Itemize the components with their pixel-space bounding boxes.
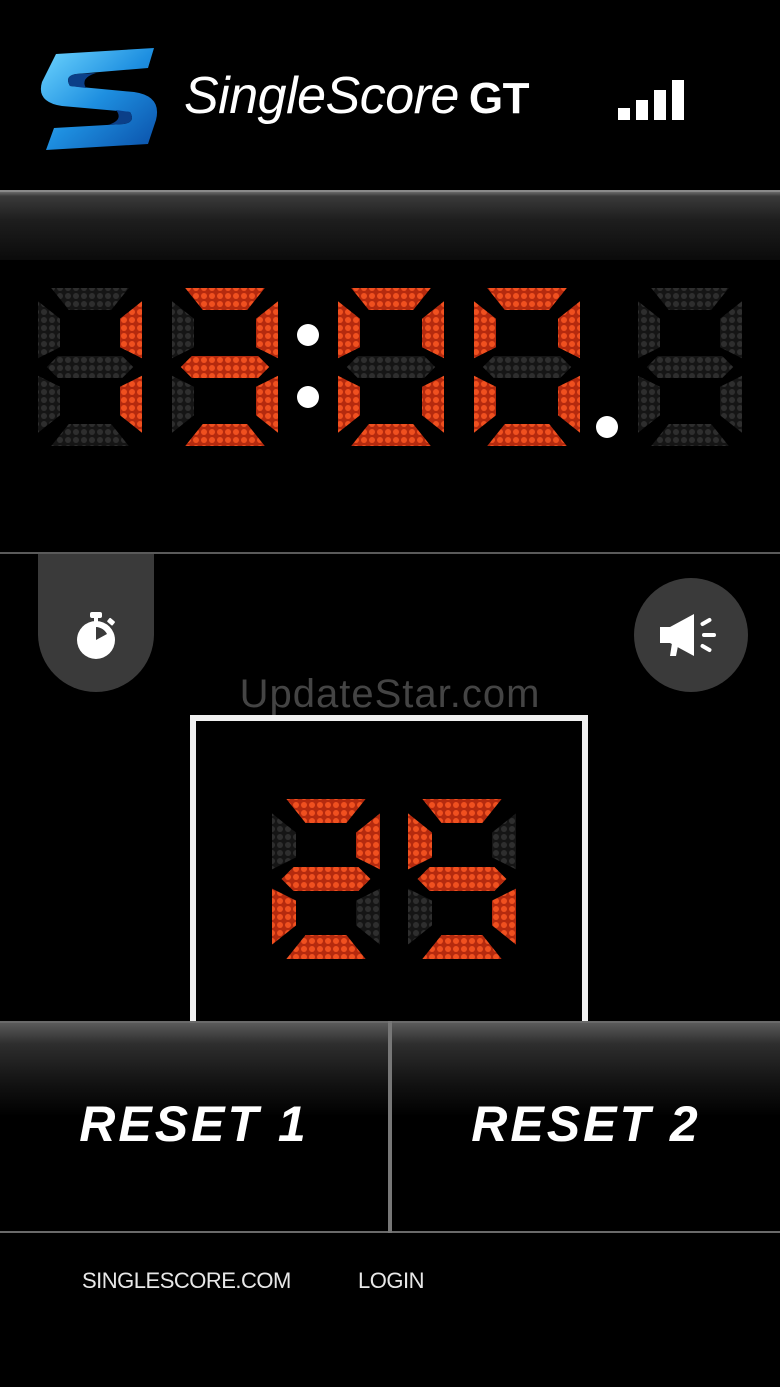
clock-digit-1-segment-c xyxy=(120,375,142,433)
clock-digit-4-segment-f xyxy=(474,301,496,359)
clock-digit-5-segment-b xyxy=(720,301,742,359)
brand-name: SingleScore xyxy=(184,67,459,125)
footer-link-login[interactable]: LOGIN xyxy=(358,1268,424,1294)
shot-clock-display xyxy=(272,799,516,959)
clock-digit-1-segment-a xyxy=(51,288,129,310)
footer xyxy=(0,1235,780,1387)
clock-digit-3-segment-d xyxy=(351,424,431,446)
clock-digit-1-segment-d xyxy=(51,424,129,446)
clock-digit-3-segment-f xyxy=(338,301,360,359)
stopwatch-icon xyxy=(77,612,115,659)
clock-digit-2-segment-b xyxy=(256,301,278,359)
game-clock-display xyxy=(38,288,742,446)
clock-digit-5 xyxy=(638,288,742,446)
horn-icon xyxy=(660,614,716,656)
shot-digit-1-segment-f xyxy=(272,813,296,869)
clock-digit-1-segment-e xyxy=(38,376,60,433)
clock-digit-2-segment-c xyxy=(256,375,278,433)
clock-digit-3 xyxy=(338,288,444,446)
shot-digit-1-segment-d xyxy=(286,935,366,959)
clock-digit-3-segment-a xyxy=(351,288,431,310)
shot-digit-1-segment-c xyxy=(356,889,380,945)
clock-digit-2-segment-e xyxy=(172,375,194,433)
clock-digit-5-segment-e xyxy=(638,375,660,433)
reset-1-label: RESET 1 xyxy=(79,1096,309,1152)
brand-suffix: GT xyxy=(468,74,530,123)
clock-digit-4-segment-b xyxy=(558,301,580,359)
clock-digit-5-segment-d xyxy=(651,424,729,446)
shot-digit-2-segment-c xyxy=(492,888,516,945)
shot-digit-2 xyxy=(408,799,516,959)
reset-2-button[interactable]: RESET 2 xyxy=(392,1021,780,1233)
shot-digit-2-segment-e xyxy=(408,889,432,945)
shot-digit-1-segment-g xyxy=(281,867,371,891)
clock-digit-4-segment-d xyxy=(487,424,567,446)
singlescore-logo-icon xyxy=(40,48,158,150)
clock-digit-2-segment-f xyxy=(172,301,194,359)
footer-link-singlescore[interactable]: SINGLESCORE.COM xyxy=(82,1268,291,1294)
clock-digit-2 xyxy=(172,288,278,446)
clock-digit-1-segment-g xyxy=(47,356,133,378)
shot-digit-2-segment-d xyxy=(422,935,502,959)
clock-digit-4-segment-a xyxy=(487,288,567,310)
signal-strength-icon xyxy=(618,80,684,120)
clock-digit-2-segment-a xyxy=(185,288,265,310)
reset-2-label: RESET 2 xyxy=(471,1096,701,1152)
clock-digit-3-segment-g xyxy=(346,356,436,378)
reset-1-button[interactable]: RESET 1 xyxy=(0,1021,388,1233)
clock-digit-5-segment-g xyxy=(646,356,734,378)
toolbar-strip xyxy=(0,190,780,262)
clock-digit-4-segment-e xyxy=(474,375,496,433)
clock-digit-4-segment-g xyxy=(482,356,572,378)
clock-digit-4 xyxy=(474,288,580,446)
shot-digit-2-segment-a xyxy=(422,799,502,823)
clock-digit-5-segment-c xyxy=(720,375,742,433)
shot-digit-1-segment-a xyxy=(286,799,366,823)
clock-colon-bottom xyxy=(297,386,319,408)
clock-digit-3-segment-b xyxy=(422,301,444,359)
clock-digit-2-segment-d xyxy=(185,424,265,446)
shot-clock[interactable] xyxy=(190,715,588,1025)
shot-digit-2-segment-b xyxy=(492,813,516,869)
clock-digit-2-segment-g xyxy=(180,356,270,378)
shot-digit-2-segment-f xyxy=(408,813,432,870)
clock-digit-3-segment-e xyxy=(338,375,360,433)
clock-digit-5-segment-a xyxy=(651,288,729,310)
shot-digit-2-segment-g xyxy=(417,867,507,891)
clock-decimal-point xyxy=(596,416,618,438)
clock-colon-top xyxy=(297,324,319,346)
shot-digit-1-segment-b xyxy=(356,813,380,870)
clock-digit-1 xyxy=(38,288,142,446)
shot-digit-1-segment-e xyxy=(272,888,296,945)
clock-digit-1-segment-b xyxy=(120,301,142,359)
shot-digit-1 xyxy=(272,799,380,959)
watermark-text: UpdateStar.com xyxy=(239,672,541,716)
clock-digit-5-segment-f xyxy=(638,301,660,359)
clock-digit-4-segment-c xyxy=(558,375,580,433)
clock-digit-3-segment-c xyxy=(422,375,444,433)
app-header: SingleScore GT xyxy=(0,0,780,190)
game-clock[interactable] xyxy=(0,260,780,554)
clock-digit-1-segment-f xyxy=(38,301,60,358)
brand-title: SingleScore GT xyxy=(184,66,530,129)
